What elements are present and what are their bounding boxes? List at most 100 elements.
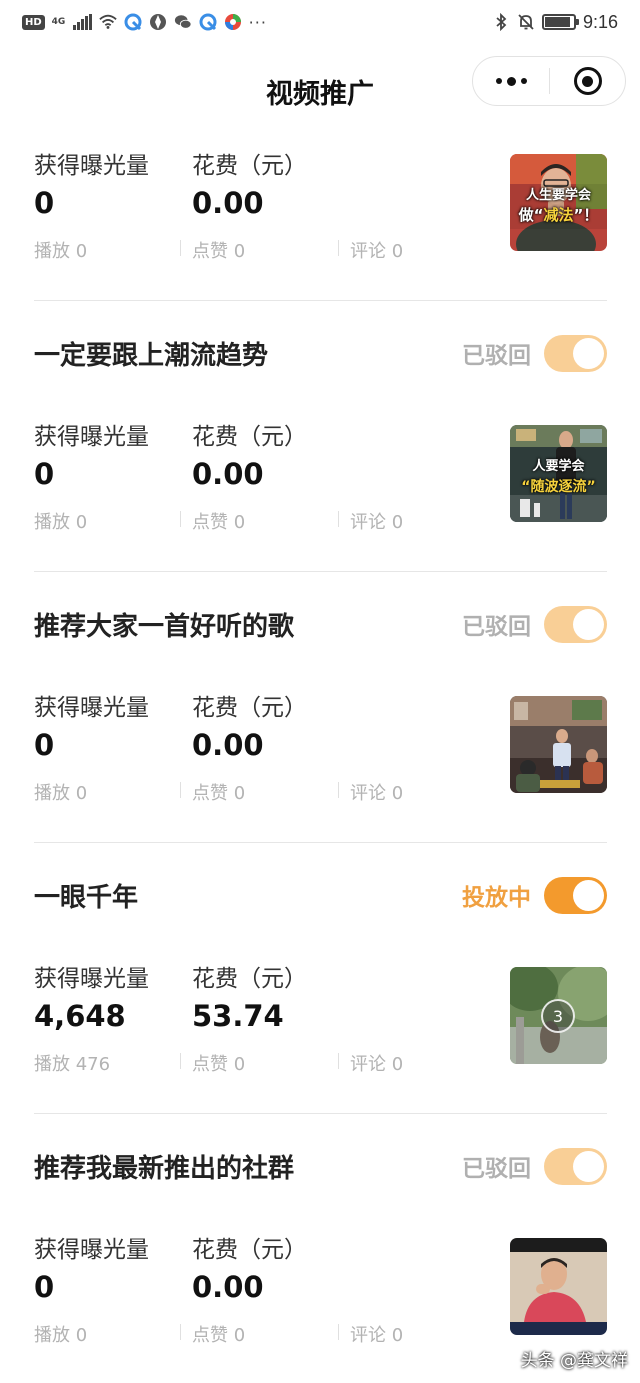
- toggle-knob: [573, 338, 604, 369]
- cost-label: 花费（元）: [192, 1237, 307, 1263]
- more-button[interactable]: [473, 57, 549, 105]
- metric-divider: [338, 240, 339, 256]
- status-badge: 已驳回: [462, 1156, 531, 1182]
- comments-metric: 评论 0: [350, 1325, 404, 1346]
- toggle-knob: [573, 1151, 604, 1182]
- metric-divider: [180, 240, 181, 256]
- video-thumbnail[interactable]: [510, 696, 607, 793]
- promotion-toggle[interactable]: [544, 1148, 607, 1185]
- campaign-title: 一眼千年: [34, 883, 139, 913]
- more-dot-icon: [506, 76, 516, 86]
- metric-divider: [338, 1324, 339, 1340]
- cost-label: 花费（元）: [192, 424, 307, 450]
- likes-metric: 点赞 0: [192, 1325, 246, 1346]
- comments-metric: 评论 0: [350, 783, 404, 804]
- cost-value: 53.74: [192, 999, 284, 1033]
- promotion-toggle[interactable]: [544, 335, 607, 372]
- plays-metric: 播放 0: [34, 512, 88, 533]
- nav-bar: 视频推广: [0, 44, 640, 136]
- campaign-header: 推荐我最新推出的社群 已驳回: [34, 1114, 607, 1220]
- likes-metric: 点赞 0: [192, 512, 246, 533]
- metric-divider: [180, 1053, 181, 1069]
- campaign-stats: 获得曝光量 花费（元） 0 0.00 播放 0 点赞 0 评论 0: [34, 407, 607, 572]
- campaign-stats: 获得曝光量 花费（元） 0 0.00 播放 0 点赞 0 评论 0: [34, 136, 607, 301]
- campaign-header: 推荐大家一首好听的歌 已驳回: [34, 572, 607, 678]
- miniprogram-capsule: [472, 56, 626, 106]
- more-dot-icon: [495, 78, 502, 84]
- campaign-header: 一眼千年 投放中: [34, 843, 607, 949]
- aperture-icon: [149, 13, 167, 31]
- plays-metric: 播放 0: [34, 241, 88, 262]
- exposure-label: 获得曝光量: [34, 153, 149, 179]
- battery-icon: [541, 14, 579, 30]
- exposure-label: 获得曝光量: [34, 966, 149, 992]
- browser-icon-2: [199, 13, 217, 31]
- exposure-value: 4,648: [34, 999, 126, 1033]
- campaign-stats: 获得曝光量 花费（元） 0 0.00 播放 0 点赞 0 评论 0: [34, 678, 607, 843]
- signal-icon: [72, 14, 92, 30]
- thumbnail-caption-line2: 做“减法”！: [518, 206, 599, 224]
- plays-metric: 播放 0: [34, 783, 88, 804]
- wifi-icon: [98, 13, 117, 31]
- comments-metric: 评论 0: [350, 241, 404, 262]
- cost-value: 0.00: [192, 1270, 264, 1304]
- watermark: 头条 @龚文祥: [520, 1351, 628, 1371]
- thumbnail-caption-line2: “随波逐流”: [521, 479, 596, 495]
- likes-metric: 点赞 0: [192, 1054, 246, 1075]
- hd-badge: HD: [22, 14, 45, 30]
- video-thumbnail[interactable]: 人生要学会 做“减法”！: [510, 154, 607, 251]
- cost-value: 0.00: [192, 728, 264, 762]
- campaign-card[interactable]: 一定要跟上潮流趋势 已驳回 获得曝光量 花费（元） 0 0.00 播放 0 点赞…: [34, 301, 607, 572]
- exposure-value: 0: [34, 186, 55, 220]
- status-bar: HD 4G ··· 9:16: [0, 0, 640, 44]
- toggle-knob: [573, 609, 604, 640]
- campaign-card[interactable]: 推荐大家一首好听的歌 已驳回 获得曝光量 花费（元） 0 0.00 播放 0 点…: [34, 572, 607, 843]
- campaign-title: 一定要跟上潮流趋势: [34, 341, 269, 371]
- video-thumbnail[interactable]: 3: [510, 967, 607, 1064]
- metric-divider: [338, 782, 339, 798]
- campaign-stats: 获得曝光量 花费（元） 4,648 53.74 播放 476 点赞 0 评论 0…: [34, 949, 607, 1114]
- campaign-card[interactable]: 一眼千年 投放中 获得曝光量 花费（元） 4,648 53.74 播放 476 …: [34, 843, 607, 1114]
- metric-divider: [338, 511, 339, 527]
- campaign-header: 一定要跟上潮流趋势 已驳回: [34, 301, 607, 407]
- status-badge: 投放中: [462, 885, 531, 911]
- close-miniprogram-button[interactable]: [550, 57, 625, 105]
- metric-divider: [180, 782, 181, 798]
- campaign-card[interactable]: 推荐我最新推出的社群 已驳回 获得曝光量 花费（元） 0 0.00 播放 0 点…: [34, 1114, 607, 1383]
- likes-metric: 点赞 0: [192, 783, 246, 804]
- exposure-label: 获得曝光量: [34, 1237, 149, 1263]
- cost-label: 花费（元）: [192, 966, 307, 992]
- exposure-label: 获得曝光量: [34, 424, 149, 450]
- metric-divider: [180, 1324, 181, 1340]
- cost-value: 0.00: [192, 457, 264, 491]
- thumbnail-caption: 人要学会: [532, 459, 585, 474]
- toggle-knob: [573, 880, 604, 911]
- campaign-list: 获得曝光量 花费（元） 0 0.00 播放 0 点赞 0 评论 0 人生要学会 …: [34, 136, 607, 1383]
- countdown-badge: 3: [541, 999, 575, 1033]
- colorful-app-icon: [224, 13, 242, 31]
- more-notifications-icon: ···: [248, 12, 267, 32]
- more-dot-icon: [520, 78, 527, 84]
- campaign-title: 推荐我最新推出的社群: [34, 1154, 295, 1184]
- video-thumbnail[interactable]: [510, 1238, 607, 1335]
- promotion-toggle[interactable]: [544, 606, 607, 643]
- target-icon: [573, 67, 602, 95]
- comments-metric: 评论 0: [350, 1054, 404, 1075]
- video-thumbnail[interactable]: 人要学会 “随波逐流”: [510, 425, 607, 522]
- likes-metric: 点赞 0: [192, 241, 246, 262]
- metric-divider: [180, 511, 181, 527]
- promotion-toggle[interactable]: [544, 877, 607, 914]
- status-badge: 已驳回: [462, 343, 531, 369]
- exposure-value: 0: [34, 457, 55, 491]
- exposure-value: 0: [34, 1270, 55, 1304]
- cost-label: 花费（元）: [192, 695, 307, 721]
- campaign-title: 推荐大家一首好听的歌: [34, 612, 295, 642]
- clock: 9:16: [582, 11, 618, 32]
- comments-metric: 评论 0: [350, 512, 404, 533]
- status-badge: 已驳回: [462, 614, 531, 640]
- campaign-card[interactable]: 获得曝光量 花费（元） 0 0.00 播放 0 点赞 0 评论 0 人生要学会 …: [34, 136, 607, 301]
- mute-bell-icon: [517, 13, 535, 31]
- browser-icon: [124, 13, 142, 31]
- bluetooth-icon: [492, 13, 510, 31]
- plays-metric: 播放 0: [34, 1325, 88, 1346]
